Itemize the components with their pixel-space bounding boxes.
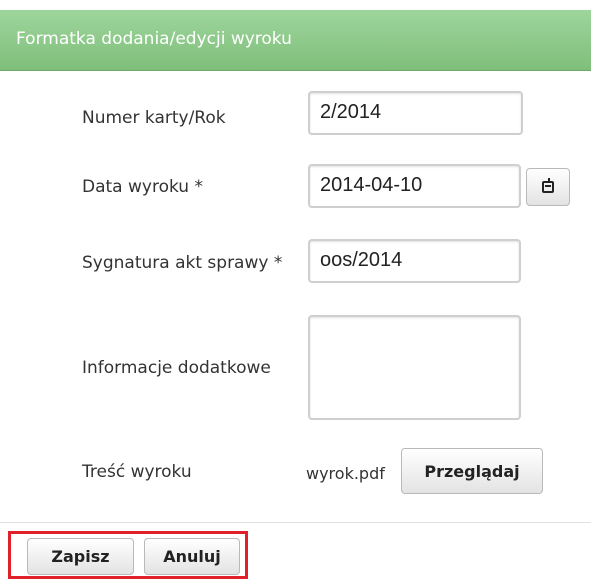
case-signature-label: Sygnatura akt sprawy * [82,253,283,273]
verdict-date-input[interactable]: 2014-04-10 [308,164,521,208]
verdict-content-label: Treść wyroku [82,462,192,482]
case-signature-input[interactable]: oos/2014 [308,239,521,283]
browse-button[interactable]: Przeglądaj [401,448,543,494]
dialog-title: Formatka dodania/edycji wyroku [16,29,292,49]
verdict-date-label: Data wyroku * [82,177,203,197]
calendar-icon [542,178,554,193]
additional-info-textarea[interactable] [308,315,521,420]
save-button[interactable]: Zapisz [27,538,134,575]
dialog-title-bar: Formatka dodania/edycji wyroku [0,10,591,71]
additional-info-label: Informacje dodatkowe [82,358,271,378]
calendar-button[interactable] [526,168,570,206]
card-number-label: Numer karty/Rok [82,108,226,128]
footer-divider [0,522,591,523]
cancel-button[interactable]: Anuluj [144,538,240,575]
file-name: wyrok.pdf [306,464,385,483]
card-number-input[interactable]: 2/2014 [308,91,523,135]
